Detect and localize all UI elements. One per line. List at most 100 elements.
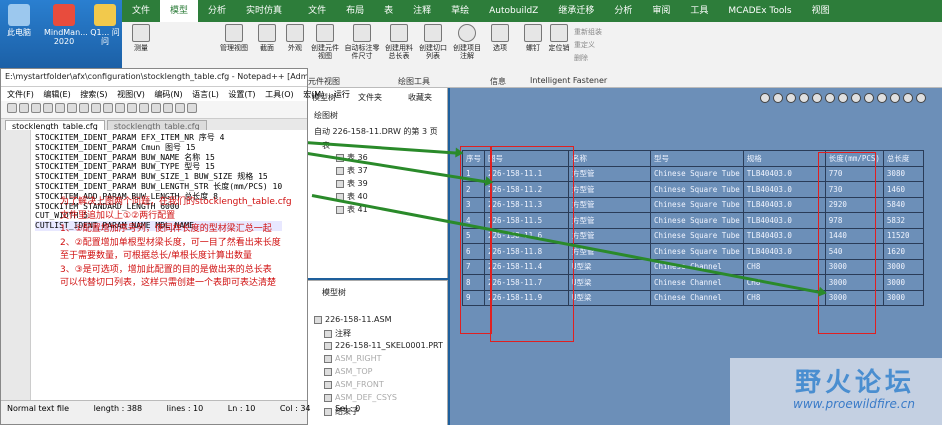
paste-icon[interactable]	[103, 103, 113, 113]
replace-icon[interactable]	[151, 103, 161, 113]
table-cell: CH8	[742, 258, 826, 275]
repaint-icon[interactable]	[799, 93, 809, 103]
menu-encoding[interactable]: 编码(N)	[154, 90, 182, 99]
create-component-view-button[interactable]: 创建元件视图	[308, 24, 342, 60]
tab-folder[interactable]: 文件夹	[358, 92, 382, 103]
display-style-icon[interactable]	[812, 93, 822, 103]
tab-legacy-migration[interactable]: 继承迁移	[548, 0, 604, 22]
csys-display-icon[interactable]	[903, 93, 913, 103]
ribbon-tab-bar: 文件 模型 分析 实时仿真 文件 布局 表 注释 草绘 AutobuildZ 继…	[122, 0, 942, 22]
tab-analysis-2[interactable]: 分析	[604, 0, 642, 22]
tree-item-csys[interactable]: ASM_DEF_CSYS	[324, 393, 397, 402]
create-cut-list-button[interactable]: 创建切口列表	[416, 24, 450, 60]
layers-icon[interactable]	[838, 93, 848, 103]
zoom-out-icon[interactable]	[175, 103, 185, 113]
tab-annotate[interactable]: 注释	[403, 0, 441, 22]
tab-favorites[interactable]: 收藏夹	[408, 92, 432, 103]
menu-tools[interactable]: 工具(O)	[265, 90, 294, 99]
tab-mcadex-tools[interactable]: MCADEx Tools	[718, 0, 801, 22]
sheet-label[interactable]: 自动 226-158-11.DRW 的第 3 页	[314, 126, 438, 137]
datum-display-icon[interactable]	[851, 93, 861, 103]
tab-file[interactable]: 文件	[122, 0, 160, 22]
saved-views-icon[interactable]	[825, 93, 835, 103]
zoom-fit-icon[interactable]	[760, 93, 770, 103]
desktop-icon-q[interactable]: Q1... 问问	[88, 4, 122, 46]
tab-analysis[interactable]: 分析	[198, 0, 236, 22]
tree-item-table[interactable]: 表 37	[336, 165, 368, 176]
undo-icon[interactable]	[115, 103, 125, 113]
zoom-in-icon[interactable]	[163, 103, 173, 113]
auto-dimension-button[interactable]: 自动标注零件尺寸	[344, 24, 380, 60]
dowel-pin-button[interactable]: 定位销	[546, 24, 572, 52]
manage-views-button[interactable]: 管理视图	[214, 24, 254, 52]
code-line[interactable]: STOCKITEM_IDENT_PARAM BUW_NAME 名称 15	[35, 153, 282, 163]
tree-item-skeleton[interactable]: 226-158-11_SKEL0001.PRT	[324, 341, 443, 350]
create-item-note-button[interactable]: 创建项目注解	[450, 24, 484, 60]
tab-tools[interactable]: 工具	[680, 0, 718, 22]
tree-item-label: 注释	[335, 329, 351, 338]
desktop-icon-this-pc[interactable]: 此电脑	[2, 4, 36, 37]
group-intelligent-fastener[interactable]: Intelligent Fastener	[530, 76, 607, 85]
code-line[interactable]: STOCKITEM_IDENT_PARAM EFX_ITEM_NR 序号 4	[35, 133, 282, 143]
annotation-display-icon[interactable]	[864, 93, 874, 103]
copy-icon[interactable]	[91, 103, 101, 113]
print-icon[interactable]	[67, 103, 77, 113]
plane-display-icon[interactable]	[916, 93, 926, 103]
tree-item-notes[interactable]: 注释	[324, 328, 351, 339]
save-icon[interactable]	[31, 103, 41, 113]
appearance-button[interactable]: 外观	[278, 24, 312, 52]
reassemble-button[interactable]: 重新组装	[574, 26, 602, 39]
table-icon	[336, 205, 344, 214]
tab-model[interactable]: 模型	[160, 0, 199, 22]
zoom-out-icon[interactable]	[786, 93, 796, 103]
graphics-toolbar	[760, 93, 942, 109]
table-cell: TLB40403.0	[742, 212, 826, 229]
group-info[interactable]: 信息	[490, 76, 506, 87]
code-line[interactable]: STOCKITEM_IDENT_PARAM BUW_TYPE 型号 15	[35, 162, 282, 172]
tab-table[interactable]: 表	[374, 0, 403, 22]
tree-item-asm[interactable]: 226-158-11.ASM	[314, 315, 392, 324]
menu-language[interactable]: 语言(L)	[192, 90, 219, 99]
zoom-in-icon[interactable]	[773, 93, 783, 103]
measure-button[interactable]: 测量	[124, 24, 158, 52]
menu-edit[interactable]: 编辑(E)	[43, 90, 70, 99]
cut-icon[interactable]	[79, 103, 89, 113]
code-line[interactable]: STOCKITEM_IDENT_PARAM BUW_LENGTH_STR 长度(…	[35, 182, 282, 192]
menu-macro[interactable]: 宏(M)	[303, 90, 324, 99]
find-icon[interactable]	[139, 103, 149, 113]
save-all-icon[interactable]	[43, 103, 53, 113]
close-icon[interactable]	[55, 103, 65, 113]
code-line[interactable]: STOCKITEM_IDENT_PARAM Cmun 图号 15	[35, 143, 282, 153]
menu-settings[interactable]: 设置(T)	[228, 90, 255, 99]
wrap-icon[interactable]	[187, 103, 197, 113]
open-icon[interactable]	[19, 103, 29, 113]
menu-run[interactable]: 运行	[334, 90, 350, 99]
delete-button[interactable]: 删除	[574, 52, 602, 65]
create-length-table-button[interactable]: 创建用料总长表	[382, 24, 416, 60]
redo-icon[interactable]	[127, 103, 137, 113]
tree-item-datum[interactable]: ASM_TOP	[324, 367, 372, 376]
tree-item-table[interactable]: 表 39	[336, 178, 368, 189]
code-line[interactable]: STOCKITEM_IDENT_PARAM BUW_SIZE_1 BUW_SIZ…	[35, 172, 282, 182]
menu-search[interactable]: 搜索(S)	[80, 90, 107, 99]
desktop-icon-mindmanager[interactable]: MindMan... 2020	[44, 4, 88, 46]
menu-view[interactable]: 视图(V)	[117, 90, 145, 99]
tab-review[interactable]: 审阅	[642, 0, 680, 22]
options-button[interactable]: 选项	[486, 24, 514, 52]
screw-button[interactable]: 螺钉	[520, 24, 546, 52]
tab-autobuildz[interactable]: AutobuildZ	[479, 0, 548, 22]
point-display-icon[interactable]	[890, 93, 900, 103]
tab-file-2[interactable]: 文件	[298, 0, 336, 22]
table-cell: 3000	[882, 274, 924, 291]
tab-sketch[interactable]: 草绘	[441, 0, 479, 22]
menu-file[interactable]: 文件(F)	[7, 90, 34, 99]
redefine-button[interactable]: 重定义	[574, 39, 602, 52]
new-file-icon[interactable]	[7, 103, 17, 113]
tab-view[interactable]: 视图	[802, 0, 840, 22]
tree-item-datum[interactable]: ASM_FRONT	[324, 380, 384, 389]
spin-center-icon[interactable]	[877, 93, 887, 103]
table-cell: Chinese Square Tube	[650, 181, 744, 198]
tab-layout[interactable]: 布局	[336, 0, 374, 22]
tab-realtime-sim[interactable]: 实时仿真	[236, 0, 292, 22]
tree-item-datum[interactable]: ASM_RIGHT	[324, 354, 381, 363]
